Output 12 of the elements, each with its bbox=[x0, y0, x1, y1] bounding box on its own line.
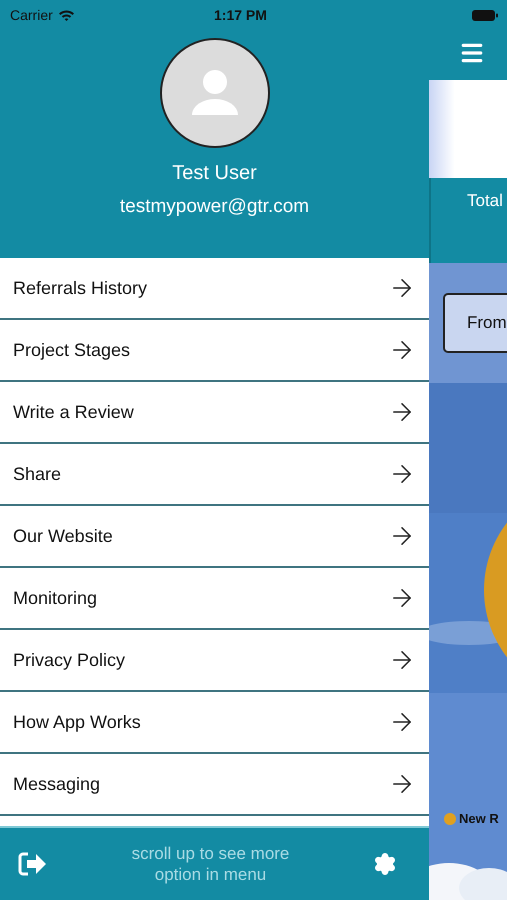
user-email: testmypower@gtr.com bbox=[120, 195, 310, 219]
legend-label: New R bbox=[459, 810, 499, 828]
from-button[interactable]: From bbox=[443, 293, 507, 353]
logout-icon[interactable] bbox=[18, 851, 48, 877]
battery-icon bbox=[472, 8, 498, 22]
user-name: Test User bbox=[172, 161, 257, 186]
wifi-icon bbox=[58, 8, 75, 22]
clock: 1:17 PM bbox=[214, 6, 267, 24]
total-label: Total bbox=[467, 191, 503, 210]
scroll-hint: scroll up to see more option in menu bbox=[130, 843, 290, 885]
person-icon bbox=[190, 69, 240, 117]
carrier-label: Carrier bbox=[10, 6, 53, 24]
